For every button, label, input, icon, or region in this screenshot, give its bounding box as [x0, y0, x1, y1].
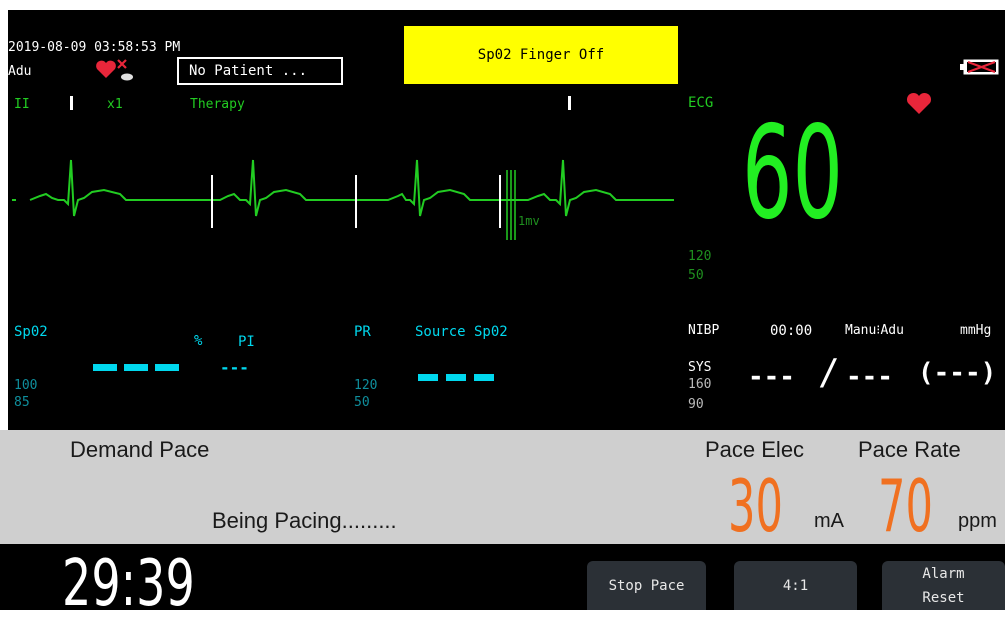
spo2-limit-high: 100	[14, 378, 38, 393]
datetime: 2019-08-09 03:58:53 PM	[8, 40, 181, 55]
nibp-dia-value: ---	[846, 362, 893, 392]
ecg-lead-label[interactable]: II	[14, 97, 30, 112]
nibp-unit: mmHg	[960, 323, 992, 338]
alarm-reset-line1: Alarm	[922, 565, 965, 582]
pace-status: Being Pacing.........	[212, 508, 397, 533]
pace-rate-value[interactable]: 70	[878, 470, 933, 542]
ecg-gain-label[interactable]: x1	[107, 97, 123, 112]
nibp-label[interactable]: NIBP	[688, 323, 719, 338]
elapsed-timer: 29:39	[62, 547, 195, 621]
defibrillator-monitor-screen: 2019-08-09 03:58:53 PM Adu No Patient ..…	[0, 0, 1005, 616]
alarm-reset-button[interactable]: Alarm Reset	[882, 561, 1005, 610]
nibp-sys-value: ---	[748, 362, 795, 392]
nibp-mean-value: (---)	[918, 358, 997, 388]
sweep-marker	[568, 96, 571, 110]
heart-rate-value: 60	[742, 99, 843, 248]
nibp-mode: Manu⁝Adu	[845, 323, 904, 338]
battery-empty-icon	[960, 58, 1000, 76]
alarm-reset-line2: Reset	[922, 589, 965, 606]
nibp-sys-high: 160	[688, 377, 712, 392]
pr-value-dash	[474, 374, 494, 381]
heart-beat-icon	[906, 92, 932, 116]
nibp-time: 00:00	[770, 323, 813, 339]
pr-value-dash	[418, 374, 438, 381]
spo2-label[interactable]: Sp02	[14, 324, 48, 340]
pr-limit-high: 120	[354, 378, 378, 393]
nibp-sys-label: SYS	[688, 360, 712, 375]
ecg-mode-label[interactable]: Therapy	[190, 97, 245, 112]
patient-type[interactable]: Adu	[8, 64, 31, 79]
pace-rate-label: Pace Rate	[858, 437, 961, 462]
patient-info-box[interactable]: No Patient ...	[177, 57, 343, 85]
pr-source: Source Sp02	[415, 324, 508, 340]
hr-limit-high: 120	[688, 249, 712, 264]
pace-rate-unit: ppm	[958, 510, 997, 532]
pace-elec-unit: mA	[814, 510, 844, 532]
lead-marker	[70, 96, 73, 110]
pace-elec-value[interactable]: 30	[728, 470, 783, 542]
nibp-separator: /	[818, 352, 840, 393]
heart-disconnected-icon	[94, 58, 134, 82]
pr-label[interactable]: PR	[354, 324, 371, 340]
hr-limit-low: 50	[688, 268, 704, 283]
alarm-message[interactable]: Sp02 Finger Off	[404, 26, 678, 84]
spo2-limit-low: 85	[14, 395, 30, 410]
spo2-unit: %	[194, 333, 203, 349]
pr-value-dash	[446, 374, 466, 381]
nibp-sys-low: 90	[688, 397, 704, 412]
pace-ratio-button[interactable]: 4:1	[734, 561, 857, 610]
ecg-param-label[interactable]: ECG	[688, 95, 713, 111]
pace-elec-label: Pace Elec	[705, 437, 805, 462]
pr-limit-low: 50	[354, 395, 370, 410]
spo2-value-dash	[93, 364, 117, 371]
spo2-value-dash	[124, 364, 148, 371]
ecg-waveform	[12, 159, 674, 240]
calibration-label: 1mv	[518, 214, 540, 228]
pace-mode-title: Demand Pace	[70, 437, 210, 462]
pi-label: PI	[238, 334, 255, 350]
pi-value: ---	[220, 358, 249, 377]
stop-pace-button[interactable]: Stop Pace	[587, 561, 706, 610]
spo2-value-dash	[155, 364, 179, 371]
